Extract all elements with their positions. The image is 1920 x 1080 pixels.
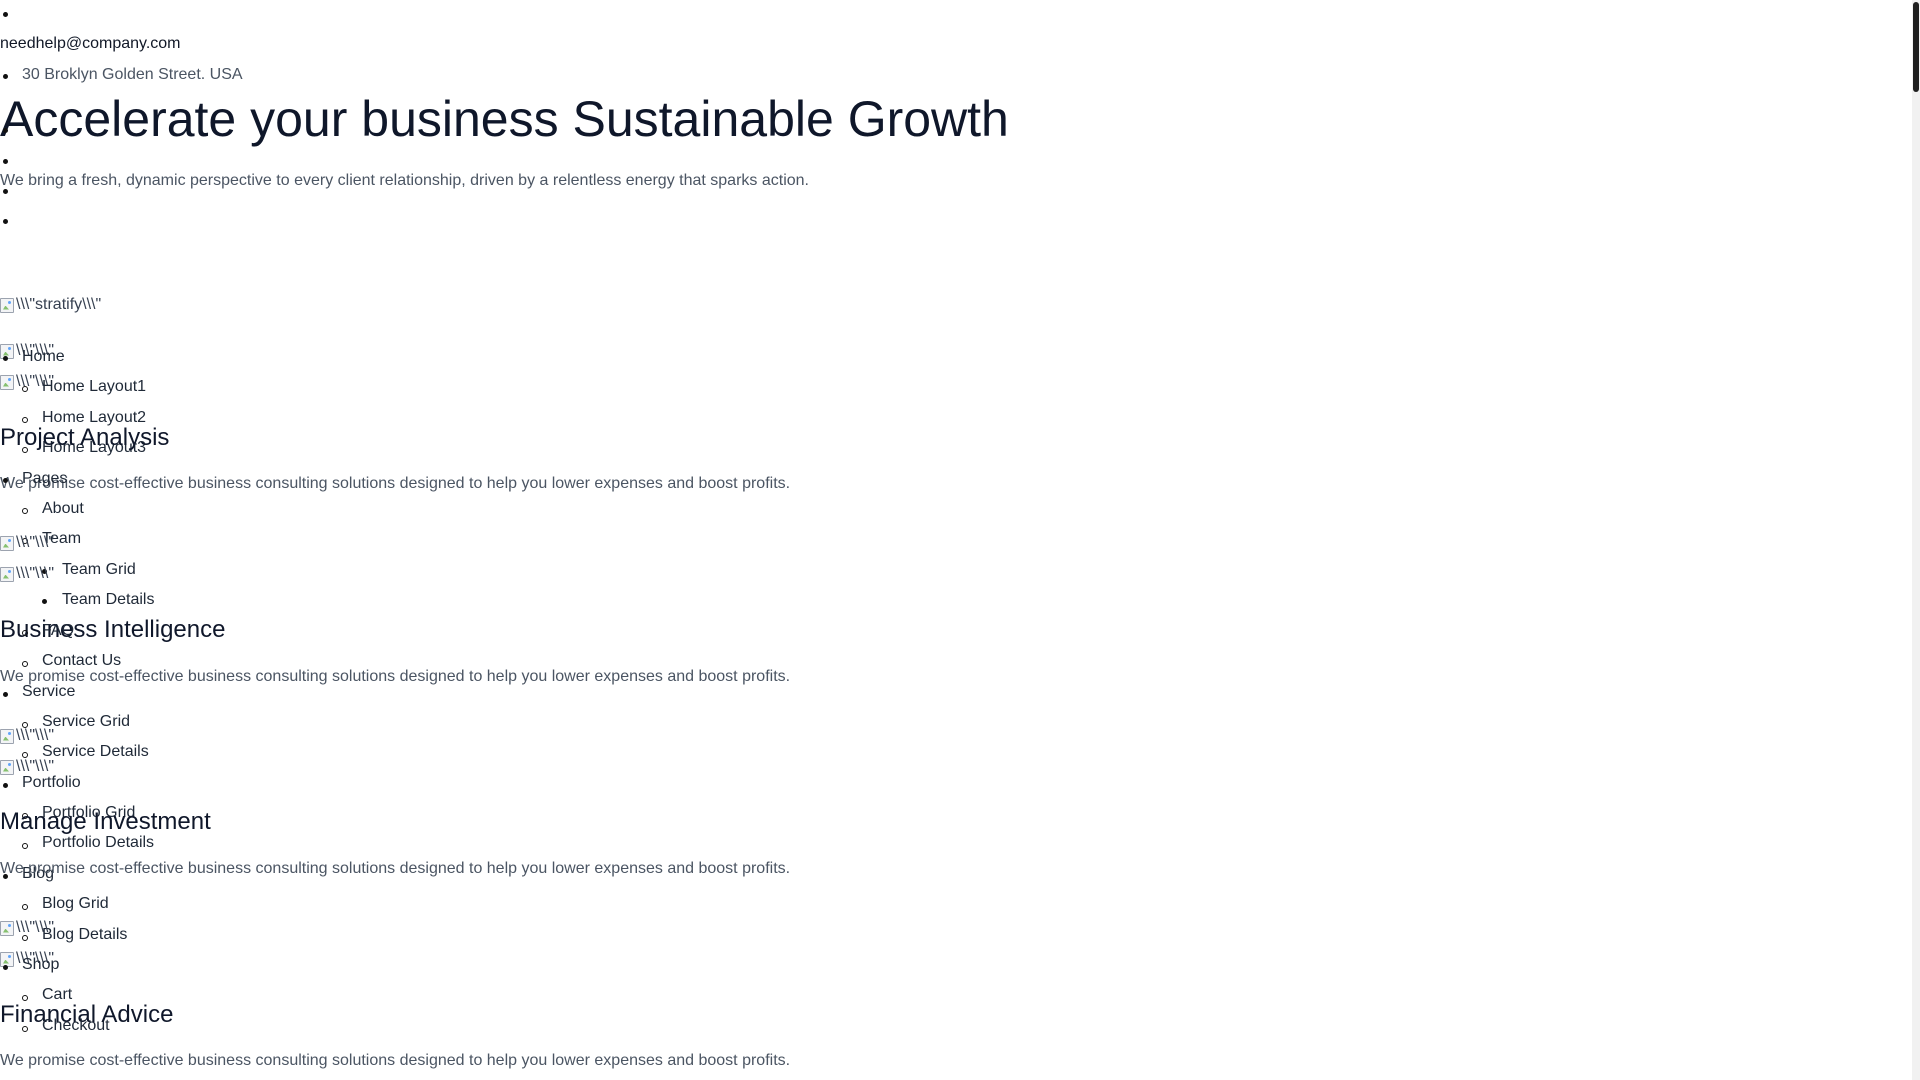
card-text: We promise cost-effective business consu… bbox=[0, 668, 791, 685]
list-bullet bbox=[22, 1026, 28, 1032]
list-bullet bbox=[3, 74, 8, 79]
scrollbar[interactable] bbox=[1912, 0, 1920, 1080]
nav-item-service-details[interactable]: Service Details bbox=[42, 743, 149, 761]
card-text: We promise cost-effective business consu… bbox=[0, 1052, 791, 1069]
list-bullet bbox=[22, 508, 28, 514]
image-alt-text: \\\"\\\" bbox=[16, 919, 55, 936]
nav-item-team-grid[interactable]: Team Grid bbox=[62, 561, 136, 579]
list-bullet bbox=[22, 630, 28, 636]
list-bullet bbox=[3, 692, 8, 697]
list-bullet bbox=[22, 843, 28, 849]
list-bullet bbox=[3, 189, 8, 194]
nav-item-portfolio[interactable]: Portfolio bbox=[22, 774, 81, 792]
card-image: \\\"\\\" bbox=[0, 565, 54, 583]
broken-image-icon bbox=[0, 535, 14, 551]
logo-link[interactable]: \\\"stratify\\\" bbox=[0, 296, 101, 314]
image-alt-text: \\\"\\\" bbox=[16, 727, 55, 744]
nav-item-team-details[interactable]: Team Details bbox=[62, 591, 154, 609]
nav-item-service[interactable]: Service bbox=[22, 683, 75, 701]
nav-item-about[interactable]: About bbox=[42, 500, 84, 518]
nav-item-home[interactable]: Home bbox=[22, 348, 65, 366]
list-bullet bbox=[3, 12, 8, 17]
broken-image-icon bbox=[0, 566, 14, 582]
broken-image-icon bbox=[0, 951, 14, 967]
list-bullet bbox=[22, 661, 28, 667]
list-bullet bbox=[42, 599, 47, 604]
broken-image-icon bbox=[0, 920, 14, 936]
list-bullet bbox=[22, 417, 28, 423]
email-link[interactable]: needhelp@company.com bbox=[0, 35, 181, 53]
nav-item-blog-details[interactable]: Blog Details bbox=[42, 926, 127, 944]
nav-item-service-grid[interactable]: Service Grid bbox=[42, 713, 130, 731]
nav-item-portfolio-details[interactable]: Portfolio Details bbox=[42, 834, 154, 852]
broken-image-icon bbox=[0, 728, 14, 744]
card-image: \\\"\\\" bbox=[0, 534, 54, 552]
card-title: Project Analysis bbox=[0, 424, 170, 451]
list-bullet bbox=[3, 783, 8, 788]
nav-item-home-layout1[interactable]: Home Layout1 bbox=[42, 378, 146, 396]
nav-item-pages[interactable]: Pages bbox=[22, 470, 67, 488]
nav-item-checkout[interactable]: Checkout bbox=[42, 1017, 110, 1035]
card-text: We promise cost-effective business consu… bbox=[0, 860, 791, 877]
hero-title: Accelerate your business Sustainable Gro… bbox=[0, 91, 1009, 147]
nav-item-blog-grid[interactable]: Blog Grid bbox=[42, 895, 109, 913]
list-bullet bbox=[3, 356, 8, 361]
logo-alt-text: \\\"stratify\\\" bbox=[16, 296, 102, 313]
broken-image-icon bbox=[0, 374, 14, 390]
list-bullet bbox=[3, 128, 8, 133]
card-image: \\\"\\\" bbox=[0, 919, 54, 937]
image-alt-text: \\\"\\\" bbox=[16, 534, 55, 551]
page: needhelp@company.com 30 Broklyn Golden S… bbox=[0, 0, 1920, 1080]
address-text: 30 Broklyn Golden Street. USA bbox=[22, 66, 243, 83]
scrollbar-thumb[interactable] bbox=[1913, 2, 1919, 92]
image-alt-text: \\\"\\\" bbox=[16, 565, 55, 582]
card-image: \\\"\\\" bbox=[0, 727, 54, 745]
list-bullet bbox=[22, 386, 28, 392]
nav-item-faq[interactable]: FAQ bbox=[42, 622, 74, 640]
list-bullet bbox=[3, 159, 8, 164]
list-bullet bbox=[3, 219, 8, 224]
broken-image-icon bbox=[0, 297, 14, 313]
list-bullet bbox=[3, 965, 8, 970]
card-text: We promise cost-effective business consu… bbox=[0, 475, 791, 492]
list-bullet bbox=[22, 904, 28, 910]
hero-subtitle: We bring a fresh, dynamic perspective to… bbox=[0, 172, 809, 189]
card-title: Business Intelligence bbox=[0, 616, 226, 643]
nav-item-shop[interactable]: Shop bbox=[22, 956, 59, 974]
list-bullet bbox=[3, 478, 8, 483]
broken-image-icon bbox=[0, 759, 14, 775]
card-title: Manage Investment bbox=[0, 808, 211, 835]
